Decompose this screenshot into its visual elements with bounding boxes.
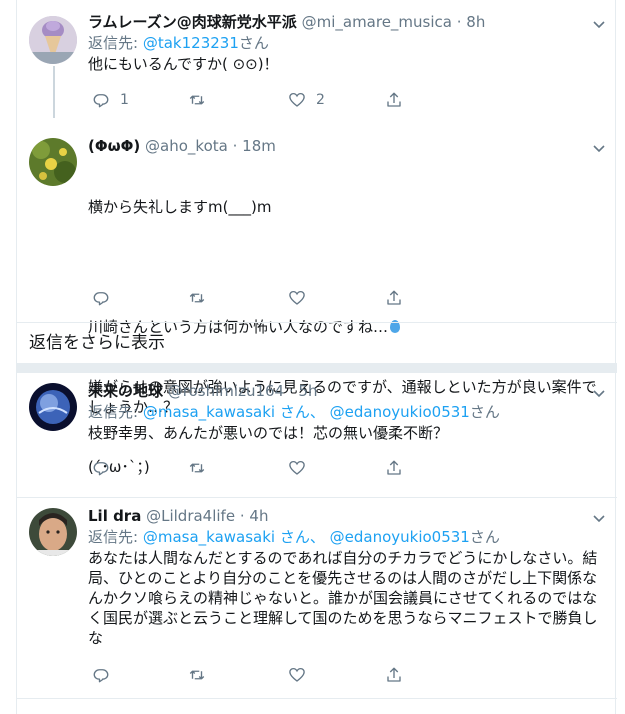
- reply-label: 返信先:: [88, 528, 139, 546]
- retweet-icon: [189, 95, 205, 105]
- show-more-replies-link[interactable]: 返信をさらに表示: [29, 331, 165, 355]
- like-count: 2: [316, 92, 325, 108]
- share-icon: [387, 667, 401, 682]
- like-button[interactable]: [288, 288, 306, 308]
- retweet-icon: [189, 670, 205, 680]
- reply-button[interactable]: 1: [92, 90, 129, 110]
- display-name[interactable]: ラムレーズン@肉球新党水平派: [88, 13, 297, 31]
- reply-icon: [93, 669, 109, 683]
- reply-button[interactable]: [92, 288, 110, 308]
- share-icon: [387, 290, 401, 305]
- retweet-icon: [189, 293, 205, 303]
- avatar[interactable]: [29, 383, 77, 431]
- share-button[interactable]: [385, 90, 403, 110]
- heart-icon: [289, 290, 305, 305]
- heart-icon: [289, 667, 305, 682]
- reply-timeline: ラムレーズン@肉球新党水平派 @mi_amare_musica · 8h 返信先…: [16, 0, 617, 714]
- section-gap: [17, 363, 617, 373]
- reply-suffix: さん: [469, 528, 500, 546]
- retweet-icon: [189, 463, 205, 473]
- tweet[interactable]: ラムレーズン@肉球新党水平派 @mi_amare_musica · 8h 返信先…: [17, 0, 617, 118]
- tweet-text: 枝野幸男、あんたが悪いのでは！芯の無い優柔不断？: [88, 424, 449, 442]
- reply-icon: [93, 94, 109, 108]
- display-name[interactable]: 未来の地球: [88, 382, 163, 400]
- share-button[interactable]: [385, 665, 403, 685]
- handle[interactable]: @mi_amare_musica: [302, 13, 452, 31]
- avatar[interactable]: [29, 138, 77, 186]
- reply-mention[interactable]: @masa_kawasaki さん、: [143, 528, 325, 546]
- chevron-down-icon[interactable]: [591, 385, 607, 401]
- divider: [17, 698, 617, 699]
- display-name[interactable]: Lil dra: [88, 507, 141, 525]
- chevron-down-icon[interactable]: [591, 510, 607, 526]
- thread-line: [53, 66, 55, 118]
- heart-icon: [289, 92, 305, 107]
- reply-button[interactable]: [92, 458, 110, 478]
- avatar[interactable]: [29, 508, 77, 556]
- reply-mention[interactable]: @edanoyukio0531: [330, 528, 470, 546]
- reply-context: 返信先: @masa_kawasaki さん、 @edanoyukio0531さ…: [88, 402, 601, 422]
- like-button[interactable]: [288, 458, 306, 478]
- heart-icon: [289, 460, 305, 475]
- reply-icon: [93, 462, 109, 476]
- reply-icon: [93, 292, 109, 306]
- share-icon: [387, 460, 401, 475]
- handle[interactable]: @aho_kota: [145, 137, 228, 155]
- timestamp[interactable]: · 4h: [240, 507, 269, 525]
- tweet[interactable]: Lil dra @Lildra4life · 4h 返信先: @masa_kaw…: [17, 498, 617, 714]
- retweet-button[interactable]: [188, 90, 206, 110]
- handle[interactable]: @roshimizu164: [168, 382, 284, 400]
- timestamp[interactable]: · 5h: [289, 382, 318, 400]
- reply-label: 返信先:: [88, 34, 139, 52]
- tweet[interactable]: 未来の地球 @roshimizu164 · 5h 返信先: @masa_kawa…: [17, 373, 617, 497]
- chevron-down-icon[interactable]: [591, 140, 607, 156]
- like-button[interactable]: [288, 665, 306, 685]
- reply-suffix: さん: [469, 403, 500, 421]
- tweet[interactable]: (ΦωΦ) @aho_kota · 18m 横から失礼しますm(___)m 川崎…: [17, 126, 617, 476]
- share-button[interactable]: [385, 458, 403, 478]
- chevron-down-icon[interactable]: [591, 16, 607, 32]
- reply-count: 1: [120, 92, 129, 108]
- like-button[interactable]: 2: [288, 90, 325, 110]
- handle[interactable]: @Lildra4life: [146, 507, 235, 525]
- retweet-button[interactable]: [188, 665, 206, 685]
- tweet-text: あなたは人間なんだとするのであれば自分のチカラでどうにかしなさい。結局、ひとのこ…: [88, 549, 598, 647]
- tweet-text: 他にもいるんですか( ⊙⊙)！: [88, 55, 279, 73]
- reply-suffix: さん: [238, 34, 269, 52]
- retweet-button[interactable]: [188, 458, 206, 478]
- reply-mention[interactable]: @tak123231: [143, 34, 239, 52]
- divider: [17, 322, 617, 323]
- timestamp[interactable]: · 8h: [457, 13, 486, 31]
- display-name[interactable]: (ΦωΦ): [88, 137, 140, 155]
- tweet-text-line: 横から失礼しますm(___)m: [88, 198, 272, 216]
- avatar[interactable]: [29, 16, 77, 64]
- reply-label: 返信先:: [88, 403, 139, 421]
- share-button[interactable]: [385, 288, 403, 308]
- reply-button[interactable]: [92, 665, 110, 685]
- share-icon: [387, 92, 401, 107]
- reply-mention[interactable]: @masa_kawasaki さん、: [143, 403, 325, 421]
- retweet-button[interactable]: [188, 288, 206, 308]
- reply-context: 返信先: @tak123231さん: [88, 33, 601, 53]
- timestamp[interactable]: · 18m: [233, 137, 276, 155]
- reply-mention[interactable]: @edanoyukio0531: [330, 403, 470, 421]
- reply-context: 返信先: @masa_kawasaki さん、 @edanoyukio0531さ…: [88, 527, 601, 547]
